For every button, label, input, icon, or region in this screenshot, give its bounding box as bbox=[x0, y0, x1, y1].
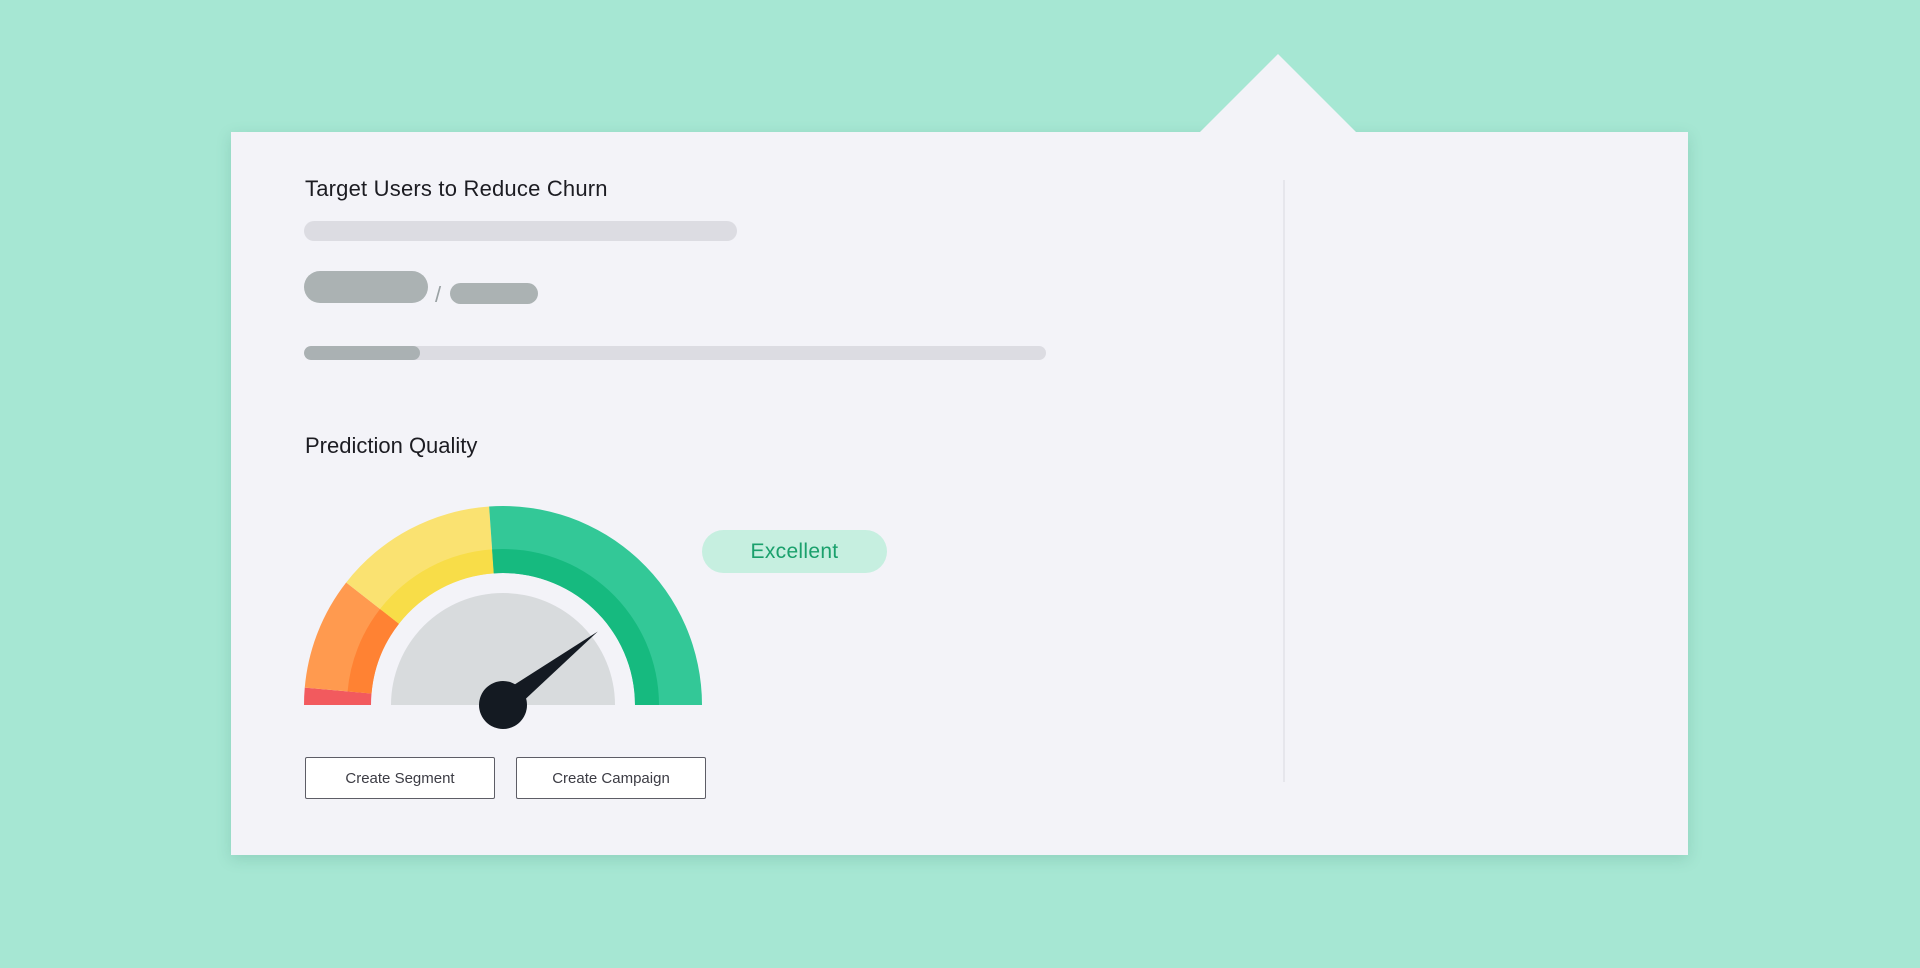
card-title: Target Users to Reduce Churn bbox=[305, 176, 608, 201]
quality-badge: Excellent bbox=[702, 530, 887, 573]
create-campaign-button[interactable]: Create Campaign bbox=[516, 757, 706, 799]
prediction-quality-title: Prediction Quality bbox=[305, 433, 478, 458]
create-segment-button[interactable]: Create Segment bbox=[305, 757, 495, 799]
skeleton-audience-value bbox=[304, 271, 428, 303]
gauge-needle-cap bbox=[479, 681, 527, 729]
audience-progress-fill bbox=[304, 346, 420, 360]
audience-progress-bar bbox=[304, 346, 1046, 360]
panel-divider bbox=[1283, 180, 1285, 782]
value-separator: / bbox=[435, 282, 442, 307]
popover-arrow bbox=[1200, 54, 1356, 132]
stage: Target Users to Reduce Churn / Predictio… bbox=[0, 0, 1920, 968]
skeleton-description bbox=[304, 221, 737, 241]
skeleton-audience-total bbox=[450, 283, 538, 304]
prediction-quality-gauge bbox=[304, 506, 702, 729]
